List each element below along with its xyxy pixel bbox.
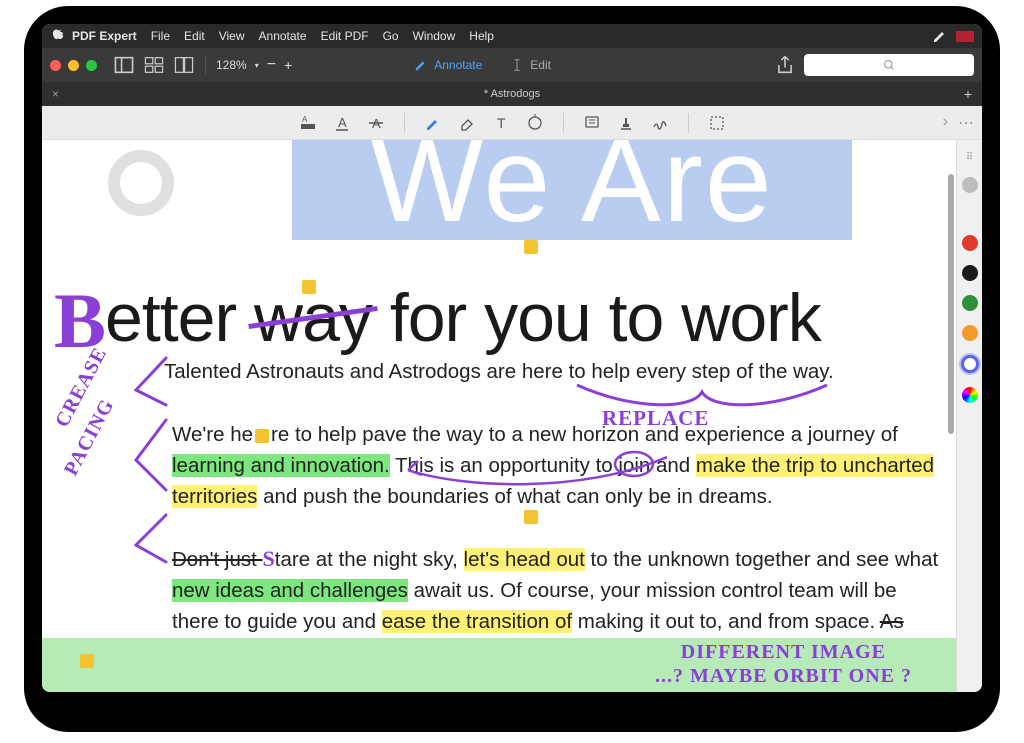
tab-add-button[interactable]: + — [964, 86, 972, 102]
spinner-icon — [108, 150, 174, 216]
document-canvas[interactable]: We Are Better way for you to work Talent… — [42, 140, 956, 692]
drag-handle-icon[interactable]: ⠿ — [966, 152, 973, 163]
color-swatch-green[interactable] — [962, 295, 978, 311]
color-swatch-gray[interactable] — [962, 177, 978, 193]
more-icon[interactable]: ⋯ — [958, 113, 974, 133]
highlight-tool-icon[interactable]: A — [298, 113, 318, 133]
zoom-dropdown-icon[interactable]: ▾ — [255, 61, 259, 70]
color-rail: ⠿ — [956, 140, 982, 692]
svg-text:A: A — [338, 115, 347, 130]
stamp-tool-icon[interactable] — [616, 113, 636, 133]
shape-tool-icon[interactable] — [525, 113, 545, 133]
menu-go[interactable]: Go — [383, 29, 399, 43]
signature-tool-icon[interactable] — [650, 113, 670, 133]
sticky-note-icon[interactable] — [255, 429, 269, 443]
tab-title[interactable]: * Astrodogs — [484, 88, 540, 100]
sticky-note-icon[interactable] — [80, 654, 94, 668]
note-tool-icon[interactable] — [582, 113, 602, 133]
hand-different1: DIFFERENT IMAGE — [681, 641, 886, 664]
app-name: PDF Expert — [72, 29, 137, 43]
text-tool-icon[interactable]: T — [491, 113, 511, 133]
strikethrough-tool-icon[interactable]: A — [366, 113, 386, 133]
pen-icon — [414, 58, 428, 72]
mode-annotate-button[interactable]: Annotate — [400, 54, 496, 76]
zoom-level[interactable]: 128% — [216, 58, 247, 72]
underline-tool-icon[interactable]: A — [332, 113, 352, 133]
zoom-out-button[interactable]: − — [267, 56, 276, 74]
eraser-tool-icon[interactable] — [457, 113, 477, 133]
apple-logo-icon — [50, 28, 64, 44]
menu-file[interactable]: File — [151, 29, 170, 43]
menubar: PDF Expert File Edit View Annotate Edit … — [42, 24, 982, 48]
zoom-in-button[interactable]: + — [284, 57, 292, 73]
annotation-toolbar: A A A T › ⋯ — [42, 106, 982, 140]
headline: Better way for you to work — [42, 270, 956, 360]
sticky-note-icon[interactable] — [524, 240, 538, 254]
svg-text:T: T — [497, 115, 506, 131]
menu-edit[interactable]: Edit — [184, 29, 205, 43]
sticky-note-icon[interactable] — [524, 510, 538, 524]
search-input[interactable] — [804, 54, 974, 76]
menu-help[interactable]: Help — [469, 29, 494, 43]
arrow-insert — [402, 454, 672, 488]
search-icon — [883, 59, 895, 71]
mode-edit-button[interactable]: Edit — [496, 54, 565, 76]
select-area-tool-icon[interactable] — [707, 113, 727, 133]
scrollbar[interactable] — [948, 174, 954, 434]
pencil-menu-icon[interactable] — [932, 28, 948, 44]
sidebar-single-icon[interactable] — [113, 54, 135, 76]
sidebar-grid-icon[interactable] — [143, 54, 165, 76]
share-button[interactable] — [774, 54, 796, 76]
document-area: We Are Better way for you to work Talent… — [42, 140, 982, 692]
color-swatch-black[interactable] — [962, 265, 978, 281]
toolbar: 128% ▾ − + Annotate Edit — [42, 48, 982, 82]
hero-text-box: We Are — [292, 140, 852, 240]
color-picker-icon[interactable] — [962, 387, 978, 403]
window-close-button[interactable] — [50, 60, 61, 71]
chevron-right-icon[interactable]: › — [943, 113, 948, 133]
flag-us-icon[interactable] — [956, 31, 974, 42]
sidebar-two-page-icon[interactable] — [173, 54, 195, 76]
brace-left — [126, 350, 176, 570]
text-cursor-icon — [510, 58, 524, 72]
svg-text:A: A — [302, 115, 308, 124]
hand-different2: ...? MAYBE ORBIT ONE ? — [655, 665, 912, 688]
color-swatch-red[interactable] — [962, 235, 978, 251]
color-swatch-blue[interactable] — [961, 355, 979, 373]
menu-window[interactable]: Window — [413, 29, 456, 43]
menu-view[interactable]: View — [219, 29, 245, 43]
color-swatch-orange[interactable] — [962, 325, 978, 341]
window-minimize-button[interactable] — [68, 60, 79, 71]
window-zoom-button[interactable] — [86, 60, 97, 71]
tab-close-button[interactable]: × — [52, 87, 59, 101]
menu-edit-pdf[interactable]: Edit PDF — [321, 29, 369, 43]
menu-annotate[interactable]: Annotate — [259, 29, 307, 43]
pen-tool-icon[interactable] — [423, 113, 443, 133]
tab-bar: × * Astrodogs + — [42, 82, 982, 106]
